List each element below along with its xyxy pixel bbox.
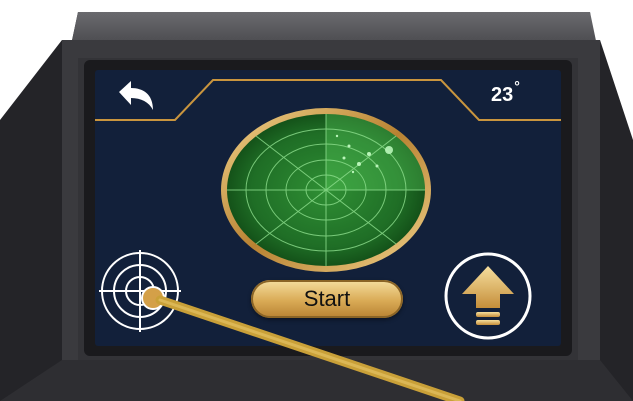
upload-arrow-icon — [444, 252, 532, 340]
start-button-label: Start — [303, 286, 351, 311]
upload-button[interactable] — [442, 250, 534, 342]
radar-display — [219, 106, 433, 274]
touch-screen: 23 ° Start — [95, 70, 561, 346]
back-arrow-icon — [119, 81, 153, 110]
start-button[interactable]: Start — [251, 280, 403, 318]
back-button[interactable] — [109, 78, 159, 114]
radar-scope — [221, 108, 431, 272]
temperature-value: 23 — [491, 84, 514, 106]
temperature-readout: 23 ° — [491, 78, 520, 114]
target-button[interactable] — [97, 248, 183, 334]
degree-symbol: ° — [514, 78, 520, 94]
target-icon — [99, 250, 181, 332]
device-frame: 23 ° Start — [0, 0, 633, 401]
